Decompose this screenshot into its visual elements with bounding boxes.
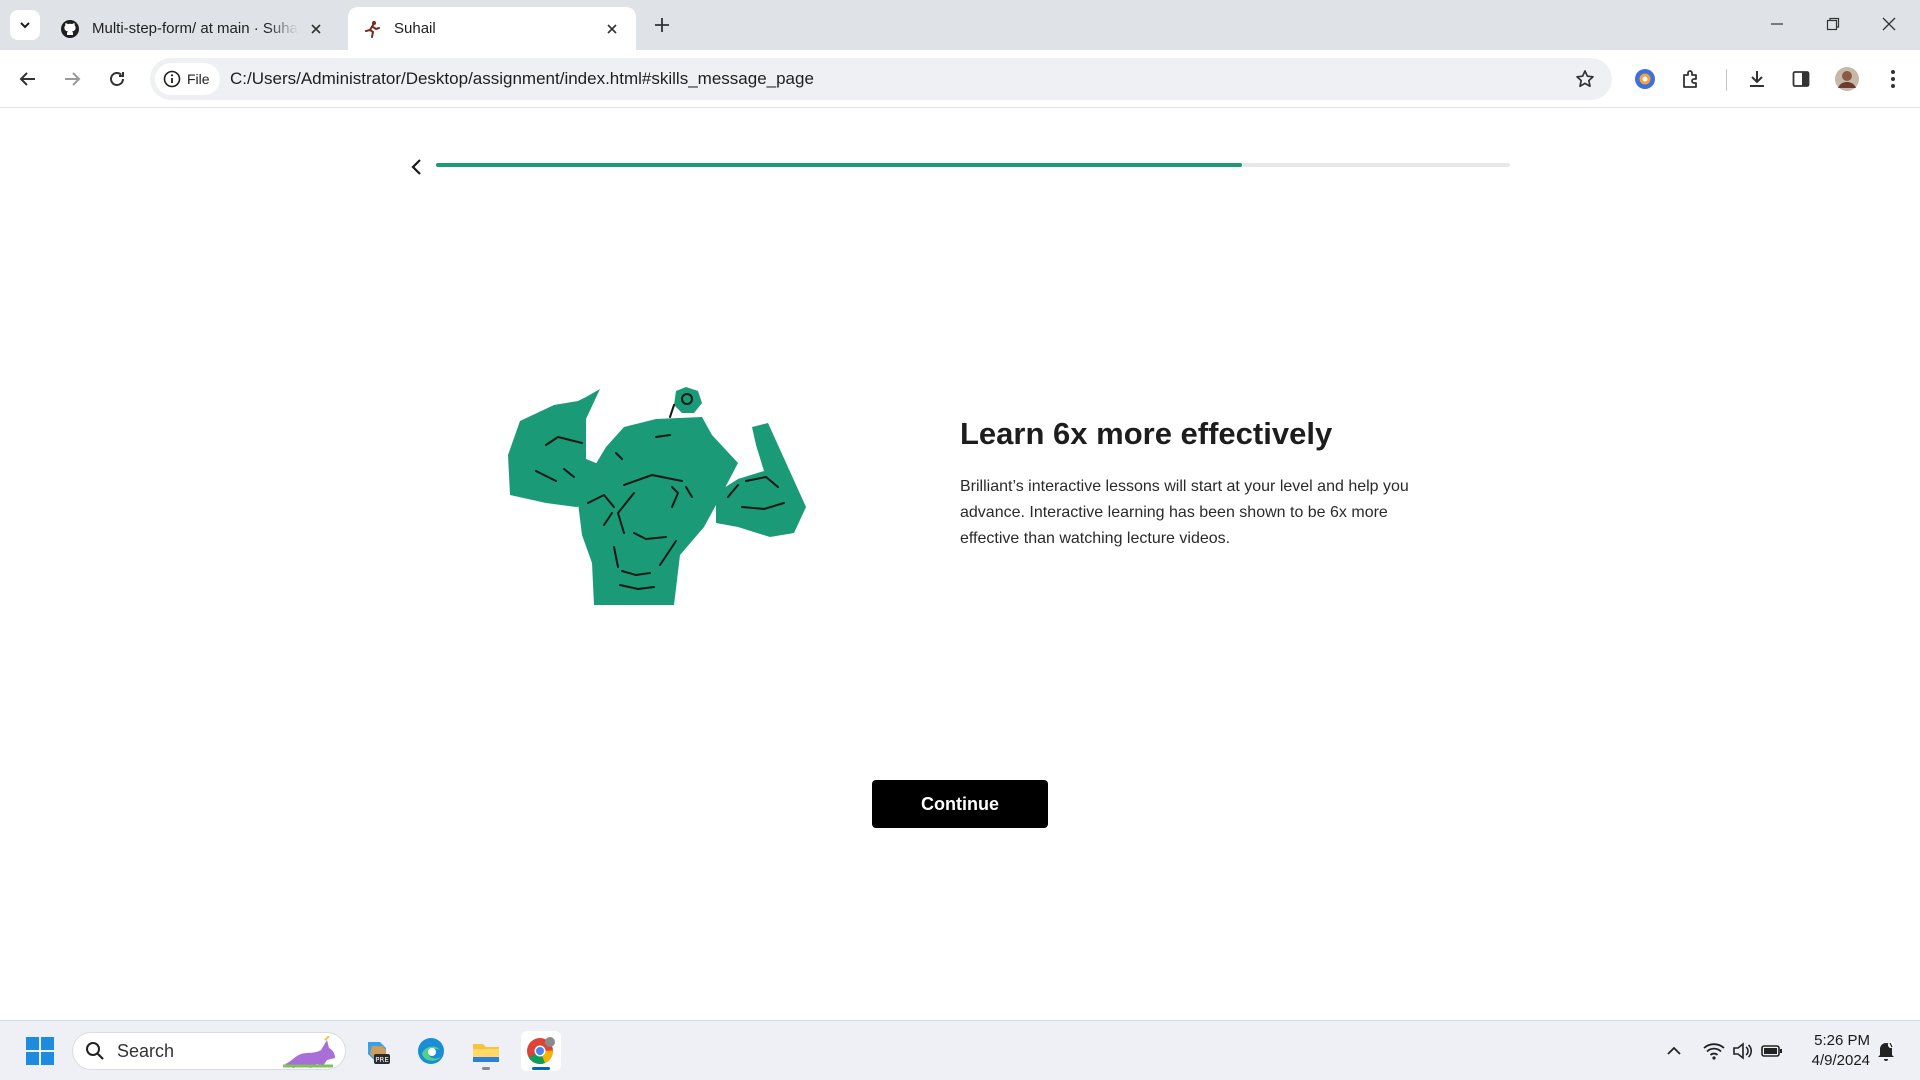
page-description: Brilliant’s interactive lessons will sta… xyxy=(960,478,1409,547)
arrow-left-icon xyxy=(19,72,35,86)
site-info-chip[interactable]: File xyxy=(155,63,220,95)
tab-title: Suhail xyxy=(394,20,436,37)
notifications-button[interactable] xyxy=(1874,1037,1898,1065)
browser-tab-bar: Multi-step-form/ at main · Suhail Suhail xyxy=(0,0,1920,50)
back-button[interactable] xyxy=(13,64,43,94)
svg-text:PRE: PRE xyxy=(375,1056,389,1064)
search-placeholder: Search xyxy=(117,1040,175,1061)
windows-start-icon xyxy=(26,1037,54,1065)
profile-avatar-button[interactable] xyxy=(1832,64,1862,94)
back-step-button[interactable] xyxy=(404,153,430,181)
message-panel: Learn 6x more effectively Brilliant’s in… xyxy=(960,414,1420,552)
close-tab-icon[interactable] xyxy=(306,19,326,39)
github-icon xyxy=(60,19,80,39)
close-icon xyxy=(1882,17,1896,31)
new-tab-button[interactable] xyxy=(648,11,676,39)
wifi-icon xyxy=(1703,1043,1725,1060)
network-status[interactable] xyxy=(1702,1037,1726,1065)
download-icon xyxy=(1750,71,1764,87)
page-title: Learn 6x more effectively xyxy=(960,416,1333,451)
volume-control[interactable] xyxy=(1730,1037,1754,1065)
chrome-icon xyxy=(527,1037,555,1064)
star-icon xyxy=(1576,70,1594,88)
restore-icon xyxy=(1826,17,1840,31)
taskbar-edge[interactable] xyxy=(411,1031,451,1071)
tab-suhail[interactable]: Suhail xyxy=(348,7,636,50)
extensions-menu-button[interactable] xyxy=(1676,64,1706,94)
show-hidden-icons-button[interactable] xyxy=(1662,1037,1686,1065)
windows-taskbar: Search PRE 5:26 PM 4/9/2024 xyxy=(0,1020,1920,1080)
clock-date: 4/9/2024 xyxy=(1811,1052,1870,1069)
battery-status[interactable] xyxy=(1760,1037,1784,1065)
taskbar-search[interactable]: Search xyxy=(72,1032,346,1070)
site-chip-label: File xyxy=(187,71,210,87)
toolbar-divider xyxy=(1726,69,1727,91)
progress-bar xyxy=(436,163,1510,167)
arrow-right-icon xyxy=(65,72,81,86)
minimize-icon xyxy=(1771,23,1783,25)
speaker-icon xyxy=(1733,1042,1752,1060)
taskbar-file-explorer[interactable] xyxy=(466,1031,506,1071)
tab-search-button[interactable] xyxy=(10,10,40,40)
tab-title: Multi-step-form/ at main · Suhail xyxy=(92,20,298,37)
page-content: Learn 6x more effectively Brilliant’s in… xyxy=(0,109,1920,1020)
side-panel-button[interactable] xyxy=(1786,64,1816,94)
search-highlight-unicorn-icon xyxy=(281,1035,339,1073)
clock-time: 5:26 PM xyxy=(1814,1032,1870,1049)
puzzle-icon xyxy=(1683,70,1697,88)
bookmark-button[interactable] xyxy=(1572,66,1598,92)
tab-github[interactable]: Multi-step-form/ at main · Suhail xyxy=(48,7,338,50)
copilot-icon: PRE xyxy=(368,1042,390,1064)
system-clock[interactable]: 5:26 PM 4/9/2024 xyxy=(1794,1031,1870,1071)
reload-icon xyxy=(110,72,124,86)
forward-button[interactable] xyxy=(57,64,87,94)
extension-shield-icon xyxy=(1635,69,1655,89)
file-explorer-icon xyxy=(473,1044,499,1062)
downloads-button[interactable] xyxy=(1742,64,1772,94)
search-icon xyxy=(86,1042,104,1060)
extension-button[interactable] xyxy=(1630,64,1660,94)
minimize-button[interactable] xyxy=(1754,8,1800,40)
more-vertical-icon xyxy=(1891,70,1895,88)
progress-bar-fill xyxy=(436,163,1242,167)
browser-toolbar: File C:/Users/Administrator/Desktop/assi… xyxy=(0,50,1920,108)
muscular-figure-illustration xyxy=(506,375,812,605)
chevron-down-icon xyxy=(20,22,30,29)
close-window-button[interactable] xyxy=(1866,8,1912,40)
notification-bell-icon xyxy=(1878,1042,1894,1061)
chevron-up-icon xyxy=(1667,1046,1681,1055)
side-panel-icon xyxy=(1792,71,1810,87)
address-bar[interactable]: File C:/Users/Administrator/Desktop/assi… xyxy=(150,58,1612,100)
restore-button[interactable] xyxy=(1810,8,1856,40)
avatar xyxy=(1835,67,1859,91)
active-indicator xyxy=(532,1067,550,1070)
plus-icon xyxy=(655,18,669,32)
runner-icon xyxy=(362,19,382,39)
taskbar-chrome[interactable] xyxy=(521,1031,561,1071)
continue-button[interactable]: Continue xyxy=(872,780,1048,828)
running-indicator xyxy=(482,1067,490,1070)
battery-icon xyxy=(1761,1045,1782,1057)
browser-menu-button[interactable] xyxy=(1878,64,1908,94)
url-text[interactable]: C:/Users/Administrator/Desktop/assignmen… xyxy=(230,69,814,89)
info-icon xyxy=(163,70,181,88)
chevron-left-icon xyxy=(411,159,421,175)
edge-icon xyxy=(418,1038,444,1064)
start-button[interactable] xyxy=(20,1031,60,1071)
taskbar-copilot[interactable]: PRE xyxy=(357,1031,397,1071)
reload-button[interactable] xyxy=(102,64,132,94)
close-tab-icon[interactable] xyxy=(602,19,622,39)
